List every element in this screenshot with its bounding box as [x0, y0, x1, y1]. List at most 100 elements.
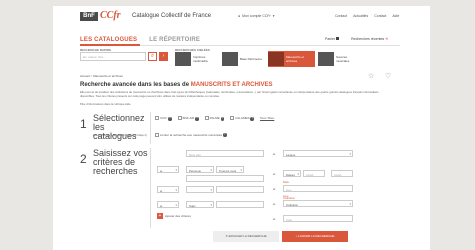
clear-search-button[interactable]: ✕ EFFACER LA RECHERCHE: [213, 231, 279, 242]
page-title-prefix: Recherche avancée dans les bases de: [80, 82, 191, 88]
page-help-text: Plus d'informations dans la rubrique Aid…: [80, 102, 131, 106]
catalogue-label: Sources musicales: [336, 55, 350, 63]
date-to-input[interactable]: AAAA: [331, 170, 353, 177]
plus-icon: +: [157, 213, 163, 219]
heart-icon[interactable]: ♡: [385, 72, 391, 80]
catalogue-thumbnail: [268, 52, 284, 66]
catalogue-label: Imprimés multimédia: [193, 55, 208, 63]
step2-number: 2: [80, 152, 87, 166]
operator-select[interactable]: et: [157, 201, 179, 208]
app-title: Catalogue Collectif de France: [132, 13, 212, 19]
catalogue-manuscrits[interactable]: Manuscrits et archives: [268, 51, 315, 67]
tab-repertoire[interactable]: LE RÉPERTOIRE: [143, 36, 206, 45]
page-title-highlight: MANUSCRITS ET ARCHIVES: [190, 82, 273, 88]
catalogue-thumbnail: [318, 52, 334, 66]
submit-label: LANCER LA RECHERCHE: [298, 234, 335, 238]
catalogue-musicales[interactable]: Sources musicales: [318, 51, 358, 67]
place-input[interactable]: Lieu: [283, 185, 353, 192]
ccfr-logo[interactable]: CCfr: [100, 10, 121, 21]
close-icon: ✕: [225, 234, 228, 238]
date-label: Date: [283, 180, 289, 184]
option-ccfr[interactable]: CCFr?: [155, 116, 172, 121]
catalogue-label: Base Patrimoine: [240, 57, 263, 61]
criteria-input[interactable]: [216, 186, 264, 193]
field-select[interactable]: Personne: [186, 166, 214, 173]
operator-label: et: [273, 202, 276, 206]
breadcrumb[interactable]: Accueil > Manuscrits et archives: [80, 74, 123, 78]
catalogue-thumbnail: [222, 52, 238, 66]
search-go-button[interactable]: ›: [159, 52, 168, 61]
account-menu[interactable]: ● Mon compte CCFr ▾: [238, 14, 274, 18]
checkbox[interactable]: [155, 133, 159, 137]
chevron-down-icon: ▾: [272, 14, 275, 18]
add-criteria-label: Ajouter des critères: [165, 214, 191, 218]
history-icon: ⟲: [385, 37, 389, 41]
clear-label: EFFACER LA RECHERCHE: [228, 234, 267, 238]
institution-select[interactable]: Institution: [283, 200, 353, 207]
catalogue-label: Manuscrits et archives: [286, 55, 304, 63]
operator-select[interactable]: et: [157, 186, 179, 193]
panier-link[interactable]: Panier: [325, 37, 340, 41]
page-title: Recherche avancée dans les bases de MANU…: [80, 82, 273, 88]
limit-digitized[interactable]: Limiter la recherche aux manuscrits numé…: [155, 133, 227, 137]
institution-label: Institution: [283, 196, 295, 200]
step-divider: [150, 112, 151, 144]
search-icon[interactable]: ⌕: [148, 52, 157, 61]
submit-search-button[interactable]: ⌕ LANCER LA RECHERCHE: [282, 231, 348, 242]
top-links: Contact Actualités Contact Aide: [335, 14, 399, 18]
page-description: Elle permet de localiser des collections…: [80, 90, 379, 98]
operator-label: et: [273, 187, 276, 191]
option-palme[interactable]: PALME?: [204, 116, 225, 121]
star-icon[interactable]: ☆: [368, 72, 374, 80]
step2-title: Saisissez vos critères de recherches: [93, 148, 148, 176]
checkbox[interactable]: [230, 116, 235, 121]
quick-search-input[interactable]: Ex: auteur, titre...: [80, 52, 146, 61]
field-select[interactable]: [186, 186, 214, 193]
catalogue-patrimoine[interactable]: Base Patrimoine: [222, 51, 262, 67]
operator-label: et: [273, 172, 276, 176]
top-link[interactable]: Contact: [374, 14, 386, 18]
catalogue-imprimes[interactable]: Imprimés multimédia: [175, 51, 215, 67]
help-icon[interactable]: ?: [220, 117, 225, 121]
add-criteria-button[interactable]: + Ajouter des critères: [157, 213, 191, 219]
select-all-link[interactable]: Tout / Rien: [260, 116, 274, 120]
search-icon: ⌕: [295, 234, 298, 238]
shelfmark-input[interactable]: Cote: [283, 215, 353, 222]
top-link[interactable]: Aide: [392, 14, 399, 18]
subject-input[interactable]: [216, 201, 264, 208]
limit-label: Limiter la recherche aux manuscrits numé…: [160, 133, 223, 137]
checkbox[interactable]: [204, 116, 209, 121]
active-tab-indicator: [80, 44, 140, 46]
step1-note: (seuls choix dans la liste des critères …: [93, 134, 147, 137]
operator-label: et: [273, 217, 276, 221]
mode-select[interactable]: Tous les mots: [216, 166, 244, 173]
help-icon[interactable]: ?: [168, 117, 172, 121]
checkbox[interactable]: [155, 116, 159, 121]
help-icon[interactable]: ?: [223, 133, 227, 137]
recent-searches-link[interactable]: Recherches récentes ⟲: [351, 37, 388, 41]
basket-icon: [336, 37, 340, 40]
field-select[interactable]: Sujet: [186, 201, 214, 208]
language-select[interactable]: Langue: [283, 150, 353, 157]
checkbox[interactable]: [177, 116, 182, 121]
help-icon[interactable]: ?: [195, 117, 199, 121]
person-input[interactable]: [186, 175, 264, 182]
right-links: Panier Recherches récentes ⟲: [325, 37, 388, 41]
option-bnf-am[interactable]: BNF-AM?: [177, 116, 199, 121]
catalogue-thumbnail: [175, 52, 191, 66]
account-label: Mon compte CCFr: [242, 14, 271, 18]
bnf-logo[interactable]: BnF: [80, 12, 98, 21]
help-icon[interactable]: ?: [250, 117, 254, 121]
keywords-input[interactable]: Mots clés: [186, 150, 264, 157]
user-icon: ●: [238, 14, 241, 18]
date-mode-select[interactable]: Datées: [283, 170, 301, 177]
top-link[interactable]: Actualités: [353, 14, 368, 18]
option-calames[interactable]: CALAMES?: [230, 116, 254, 121]
step1-number: 1: [80, 117, 87, 131]
operator-select[interactable]: et: [157, 166, 179, 173]
date-from-input[interactable]: AAAA: [303, 170, 325, 177]
catalogue-options: CCFr? BNF-AM? PALME? CALAMES? Tout / Rie…: [155, 116, 274, 121]
operator-label: et: [273, 152, 276, 156]
step-divider: [150, 148, 151, 228]
top-link[interactable]: Contact: [335, 14, 347, 18]
